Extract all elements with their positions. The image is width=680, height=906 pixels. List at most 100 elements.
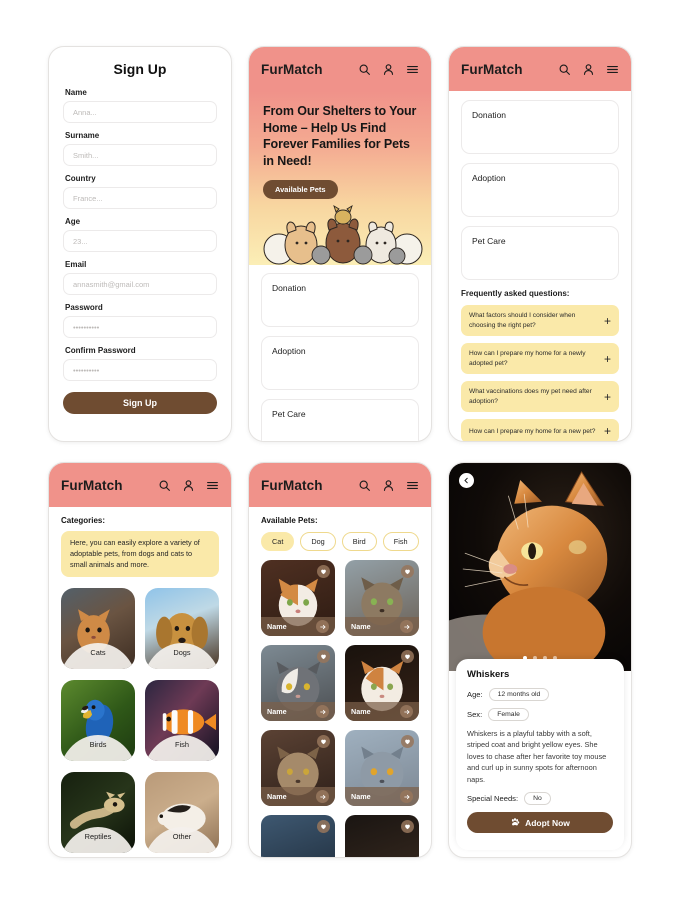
menu-icon[interactable] (406, 63, 419, 76)
favorite-icon[interactable] (317, 565, 330, 578)
pet-card[interactable]: Name (345, 560, 419, 636)
expand-icon[interactable]: + (604, 315, 611, 327)
category-tile-cats[interactable]: Cats (61, 588, 135, 670)
favorite-icon[interactable] (401, 735, 414, 748)
filter-chip-bird[interactable]: Bird (341, 532, 377, 551)
categories-note: Here, you can easily explore a variety o… (61, 531, 219, 578)
service-card-pet-care[interactable]: Pet Care (461, 226, 619, 280)
pet-card[interactable]: Name (261, 560, 335, 636)
favorite-icon[interactable] (401, 565, 414, 578)
faq-question: How can I prepare my home for a new pet? (469, 427, 596, 435)
category-tile-birds[interactable]: Birds (61, 680, 135, 762)
age-input[interactable] (63, 230, 217, 252)
pet-details-arrow-icon[interactable] (316, 790, 329, 803)
pet-card[interactable]: Name (345, 645, 419, 721)
expand-icon[interactable]: + (604, 391, 611, 403)
pet-card[interactable]: Name (261, 815, 335, 857)
service-card-adoption[interactable]: Adoption (261, 336, 419, 390)
back-button[interactable] (459, 473, 474, 488)
password-input[interactable] (63, 316, 217, 338)
faq-question: What factors should I consider when choo… (469, 312, 576, 329)
category-tile-reptiles[interactable]: Reptiles (61, 772, 135, 854)
field-label-name: Name (65, 88, 87, 97)
hero-section: From Our Shelters to Your Home – Help Us… (249, 91, 431, 265)
header-actions (558, 63, 619, 76)
pet-details-arrow-icon[interactable] (400, 620, 413, 633)
app-brand: FurMatch (61, 477, 123, 493)
screen-services-faq: FurMatch Donation Adoption Pet Care Freq… (448, 46, 632, 442)
favorite-icon[interactable] (317, 735, 330, 748)
user-icon[interactable] (182, 479, 195, 492)
pet-card[interactable]: Name (261, 730, 335, 806)
field-label-password: Password (65, 303, 103, 312)
filter-chip-dog[interactable]: Dog (300, 532, 336, 551)
favorite-icon[interactable] (401, 820, 414, 833)
menu-icon[interactable] (406, 479, 419, 492)
carousel-dot-2[interactable] (533, 656, 537, 660)
expand-icon[interactable]: + (604, 353, 611, 365)
pet-card[interactable]: Name (261, 645, 335, 721)
service-card-pet-care[interactable]: Pet Care (261, 399, 419, 441)
favorite-icon[interactable] (317, 820, 330, 833)
user-icon[interactable] (382, 63, 395, 76)
menu-icon[interactable] (206, 479, 219, 492)
field-label-age: Age (65, 217, 81, 226)
faq-item[interactable]: What factors should I consider when choo… (461, 305, 619, 337)
category-tile-other[interactable]: Other (145, 772, 219, 854)
filter-chip-fish[interactable]: Fish (382, 532, 419, 551)
app-header: FurMatch (49, 463, 231, 507)
surname-input[interactable] (63, 144, 217, 166)
pet-details-arrow-icon[interactable] (316, 620, 329, 633)
pet-name: Name (267, 707, 287, 716)
category-label: Other (172, 832, 192, 842)
app-header: FurMatch (249, 47, 431, 91)
email-input[interactable] (63, 273, 217, 295)
available-pets-button[interactable]: Available Pets (263, 180, 338, 199)
category-tile-dogs[interactable]: Dogs (145, 588, 219, 670)
service-card-donation[interactable]: Donation (261, 273, 419, 327)
search-icon[interactable] (158, 479, 171, 492)
service-card-donation[interactable]: Donation (461, 100, 619, 154)
expand-icon[interactable]: + (604, 425, 611, 437)
categories-heading: Categories: (61, 516, 106, 525)
field-label-confirm-password: Confirm Password (65, 346, 136, 355)
name-input[interactable] (63, 101, 217, 123)
signup-form: Sign Up Name Surname Country Age Email P… (49, 47, 231, 414)
carousel-dot-3[interactable] (543, 656, 547, 660)
app-brand: FurMatch (461, 61, 523, 77)
screen-signup: Sign Up Name Surname Country Age Email P… (48, 46, 232, 442)
pet-card-footer: Name (345, 787, 419, 806)
pet-card[interactable]: Name (345, 815, 419, 857)
pet-details-arrow-icon[interactable] (400, 705, 413, 718)
search-icon[interactable] (358, 479, 371, 492)
carousel-dot-4[interactable] (553, 656, 557, 660)
categories-body: Categories: Here, you can easily explore… (49, 516, 231, 854)
pet-details-arrow-icon[interactable] (400, 790, 413, 803)
signup-submit-button[interactable]: Sign Up (63, 392, 217, 414)
search-icon[interactable] (358, 63, 371, 76)
category-label: Fish (175, 740, 189, 750)
user-icon[interactable] (582, 63, 595, 76)
adopt-now-button[interactable]: Adopt Now (467, 812, 613, 834)
faq-item[interactable]: How can I prepare my home for a new pet?… (461, 419, 619, 441)
special-needs-value: No (524, 792, 551, 806)
app-header: FurMatch (249, 463, 431, 507)
country-input[interactable] (63, 187, 217, 209)
sex-label: Sex: (467, 710, 483, 719)
pet-hero-photo (449, 463, 631, 671)
search-icon[interactable] (558, 63, 571, 76)
service-card-adoption[interactable]: Adoption (461, 163, 619, 217)
confirm-password-input[interactable] (63, 359, 217, 381)
pet-details-arrow-icon[interactable] (316, 705, 329, 718)
faq-question: How can I prepare my home for a newly ad… (469, 350, 586, 367)
pet-card[interactable]: Name (345, 730, 419, 806)
category-tile-fish[interactable]: Fish (145, 680, 219, 762)
carousel-dot-1[interactable] (523, 656, 527, 660)
favorite-icon[interactable] (317, 650, 330, 663)
user-icon[interactable] (382, 479, 395, 492)
favorite-icon[interactable] (401, 650, 414, 663)
faq-item[interactable]: What vaccinations does my pet need after… (461, 381, 619, 413)
filter-chip-cat[interactable]: Cat (261, 532, 295, 551)
faq-item[interactable]: How can I prepare my home for a newly ad… (461, 343, 619, 375)
menu-icon[interactable] (606, 63, 619, 76)
